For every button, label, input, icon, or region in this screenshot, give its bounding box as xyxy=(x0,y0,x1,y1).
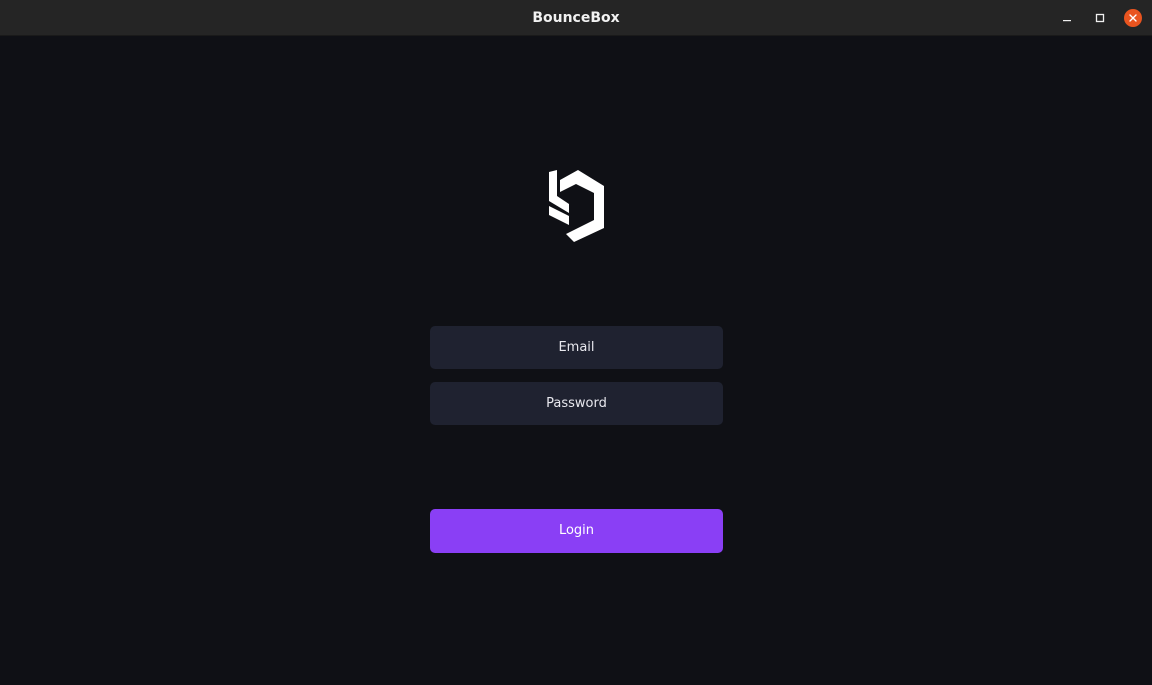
window-title: BounceBox xyxy=(532,10,620,26)
password-field[interactable]: Password xyxy=(430,382,723,425)
login-button[interactable]: Login xyxy=(430,509,723,553)
close-button[interactable] xyxy=(1124,9,1142,27)
maximize-button[interactable] xyxy=(1091,9,1109,27)
title-bar[interactable]: BounceBox xyxy=(0,0,1152,36)
minimize-button[interactable] xyxy=(1058,9,1076,27)
app-window: BounceBox Email Password Login xyxy=(0,0,1152,685)
login-screen: Email Password Login xyxy=(0,36,1152,685)
maximize-icon xyxy=(1095,13,1105,23)
email-field[interactable]: Email xyxy=(430,326,723,369)
bouncebox-logo xyxy=(549,170,604,242)
close-icon xyxy=(1129,14,1137,22)
minimize-icon xyxy=(1063,20,1071,22)
